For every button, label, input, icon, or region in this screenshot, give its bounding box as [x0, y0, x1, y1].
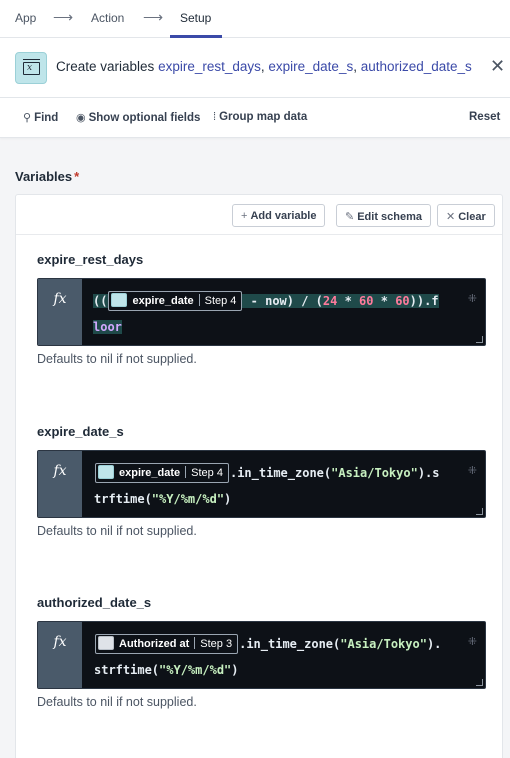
- datapill-name: expire_date: [119, 466, 181, 479]
- required-mark: *: [74, 169, 80, 184]
- datapill-name: Authorized at: [119, 637, 190, 650]
- formula-code[interactable]: (( expire_date Step 4 - now) / (24 * 60 * …: [93, 288, 455, 340]
- field-label-expire-date-s: expire_date_s: [37, 424, 124, 439]
- code-text: - now) / (24 * 60 * 60)).f: [243, 294, 439, 308]
- variables-app-icon: [111, 292, 128, 307]
- field-hint: Defaults to nil if not supplied.: [37, 352, 197, 366]
- title-variable-authorized-date-s: authorized_date_s: [360, 59, 472, 74]
- arrow-right-icon: ⟶: [53, 9, 74, 25]
- resize-handle-icon[interactable]: [476, 679, 483, 686]
- resize-handle-icon[interactable]: [476, 508, 483, 515]
- search-icon: ⚲: [23, 112, 32, 124]
- show-optional-fields-button[interactable]: ◉ Show optional fields: [76, 111, 200, 124]
- variables-app-icon: x: [15, 52, 47, 84]
- formula-editor-expire-date-s[interactable]: fx expire_date Step 4 .in_time_zone("Asia/…: [37, 450, 486, 518]
- group-map-data-button[interactable]: ⁞ Group map data: [213, 111, 307, 123]
- gear-icon: [98, 635, 114, 650]
- breadcrumb-setup[interactable]: Setup: [180, 11, 211, 25]
- find-label: Find: [34, 112, 59, 124]
- datapill-name: expire_date: [132, 294, 194, 307]
- formula-code[interactable]: expire_date Step 4 .in_time_zone("Asia/Tok…: [94, 460, 455, 512]
- formula-editor-expire-rest-days[interactable]: fx (( expire_date Step 4 - now) / (24 * 60…: [37, 278, 486, 346]
- variables-panel-toolbar: + Add variable ✎ Edit schema ✕ Clear: [16, 195, 502, 235]
- datapill-expire-date[interactable]: expire_date Step 4: [95, 462, 229, 483]
- close-icon: ✕: [446, 211, 456, 223]
- find-button[interactable]: ⚲ Find: [23, 111, 58, 124]
- drag-handle-icon[interactable]: ⁜: [468, 635, 477, 648]
- step-title: Create variables expire_rest_days, expir…: [56, 59, 472, 74]
- field-label-expire-rest-days: expire_rest_days: [37, 252, 144, 267]
- drag-handle-icon[interactable]: ⁜: [468, 464, 477, 477]
- title-separator: ,: [353, 59, 361, 74]
- formula-code[interactable]: Authorized at Step 3 .in_time_zone("Asia/T…: [94, 631, 455, 683]
- step-header: x Create variables expire_rest_days, exp…: [0, 38, 510, 98]
- edit-schema-label: Edit schema: [357, 211, 423, 223]
- breadcrumb: App ⟶ Action ⟶ Setup: [0, 0, 510, 38]
- code-text: trftime("%Y/%m/%d"): [94, 492, 232, 506]
- eye-icon: ◉: [76, 112, 86, 124]
- variables-app-icon: [98, 464, 114, 479]
- code-text: loor: [93, 320, 122, 334]
- pencil-icon: ✎: [345, 211, 355, 223]
- add-variable-button[interactable]: + Add variable: [232, 204, 326, 227]
- datapill-step: Step 3: [200, 637, 233, 650]
- variables-panel: + Add variable ✎ Edit schema ✕ Clear expire…: [15, 194, 503, 758]
- code-text: .in_time_zone("Asia/Tokyo").: [239, 637, 442, 651]
- resize-handle-icon[interactable]: [476, 336, 483, 343]
- code-text: strftime("%Y/%m/%d"): [94, 663, 239, 677]
- formula-editor-authorized-date-s[interactable]: fx Authorized at Step 3 .in_time_zone("Asi…: [37, 621, 486, 689]
- step-title-prefix: Create variables: [56, 59, 159, 74]
- reset-button[interactable]: Reset: [469, 111, 500, 123]
- show-optional-label: Show optional fields: [88, 112, 201, 124]
- variables-label-text: Variables: [15, 169, 73, 184]
- breadcrumb-action[interactable]: Action: [91, 11, 124, 25]
- breadcrumb-app[interactable]: App: [15, 11, 36, 25]
- clear-label: Clear: [458, 211, 486, 223]
- field-hint: Defaults to nil if not supplied.: [37, 524, 197, 538]
- edit-schema-button[interactable]: ✎ Edit schema: [336, 204, 432, 227]
- close-icon[interactable]: ✕: [490, 57, 505, 75]
- title-variable-expire-date-s: expire_date_s: [268, 59, 354, 74]
- field-hint: Defaults to nil if not supplied.: [37, 695, 197, 709]
- formula-mode-icon[interactable]: fx: [38, 451, 82, 517]
- variables-label: Variables *: [15, 169, 79, 184]
- clear-button[interactable]: ✕ Clear: [437, 204, 495, 227]
- datapill-step: Step 4: [191, 466, 223, 479]
- group-icon: ⁞: [213, 111, 217, 123]
- datapill-expire-date[interactable]: expire_date Step 4: [108, 290, 243, 311]
- code-text: .in_time_zone("Asia/Tokyo").s: [229, 466, 440, 480]
- formula-mode-icon[interactable]: fx: [38, 622, 82, 688]
- group-map-label: Group map data: [219, 111, 308, 123]
- add-variable-label: Add variable: [250, 210, 317, 222]
- formula-mode-icon[interactable]: fx: [38, 279, 82, 345]
- code-text: ((: [93, 294, 108, 308]
- arrow-right-icon: ⟶: [143, 9, 164, 25]
- datapill-authorized-at[interactable]: Authorized at Step 3: [95, 633, 239, 654]
- drag-handle-icon[interactable]: ⁜: [468, 292, 477, 305]
- title-variable-expire-rest-days: expire_rest_days: [158, 59, 261, 74]
- plus-icon: +: [241, 210, 248, 222]
- datapill-step: Step 4: [204, 294, 237, 307]
- field-toolbar: ⚲ Find ◉ Show optional fields ⁞ Group map d…: [0, 98, 510, 138]
- field-label-authorized-date-s: authorized_date_s: [37, 595, 152, 610]
